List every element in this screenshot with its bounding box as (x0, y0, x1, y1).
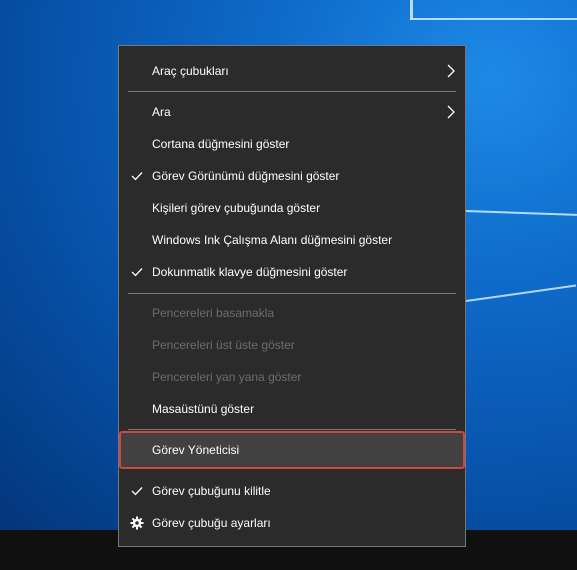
menu-item-label: Pencereleri yan yana göster (152, 370, 302, 384)
wallpaper-light-beam (465, 284, 577, 302)
menu-separator (128, 429, 456, 430)
checkmark-icon (127, 160, 147, 192)
menu-item-label: Görev Görünümü düğmesini göster (152, 169, 340, 183)
menu-item-label: Masaüstünü göster (152, 402, 255, 416)
menu-item-lock-taskbar[interactable]: Görev çubuğunu kilitle (119, 475, 465, 507)
menu-item-side-by-side-windows: Pencereleri yan yana göster (119, 361, 465, 393)
menu-item-taskbar-settings[interactable]: Görev çubuğu ayarları (119, 507, 465, 539)
menu-item-label: Görev Yöneticisi (152, 443, 240, 457)
menu-item-task-manager[interactable]: Görev Yöneticisi (119, 434, 465, 466)
menu-item-label: Windows Ink Çalışma Alanı düğmesini göst… (152, 233, 393, 247)
menu-item-show-touch-keyboard-button[interactable]: Dokunmatik klavye düğmesini göster (119, 256, 465, 288)
menu-item-cascade-windows: Pencereleri basamakla (119, 297, 465, 329)
menu-item-label: Görev çubuğu ayarları (152, 516, 271, 530)
menu-item-show-cortana-button[interactable]: Cortana düğmesini göster (119, 128, 465, 160)
menu-item-label: Ara (152, 105, 171, 119)
wallpaper-light-beam (410, 18, 577, 20)
checkmark-icon (127, 475, 147, 507)
menu-item-show-desktop[interactable]: Masaüstünü göster (119, 393, 465, 425)
menu-item-show-windows-ink-button[interactable]: Windows Ink Çalışma Alanı düğmesini göst… (119, 224, 465, 256)
menu-item-search[interactable]: Ara (119, 96, 465, 128)
menu-item-show-task-view-button[interactable]: Görev Görünümü düğmesini göster (119, 160, 465, 192)
wallpaper-light-beam (465, 210, 577, 216)
taskbar-context-menu: Araç çubukları Ara Cortana düğmesini gös… (118, 45, 466, 547)
chevron-right-icon (445, 55, 457, 87)
menu-item-label: Pencereleri basamakla (152, 306, 275, 320)
menu-separator (128, 293, 456, 294)
chevron-right-icon (445, 96, 457, 128)
menu-item-show-people-on-taskbar[interactable]: Kişileri görev çubuğunda göster (119, 192, 465, 224)
checkmark-icon (127, 256, 147, 288)
menu-item-label: Dokunmatik klavye düğmesini göster (152, 265, 348, 279)
menu-item-label: Pencereleri üst üste göster (152, 338, 295, 352)
wallpaper-light-beam (410, 0, 413, 20)
menu-item-label: Kişileri görev çubuğunda göster (152, 201, 321, 215)
gear-icon (127, 507, 147, 539)
menu-item-label: Araç çubukları (152, 64, 229, 78)
menu-item-label: Cortana düğmesini göster (152, 137, 290, 151)
menu-separator (128, 91, 456, 92)
menu-item-label: Görev çubuğunu kilitle (152, 484, 271, 498)
menu-item-stack-windows: Pencereleri üst üste göster (119, 329, 465, 361)
menu-item-toolbars[interactable]: Araç çubukları (119, 55, 465, 87)
